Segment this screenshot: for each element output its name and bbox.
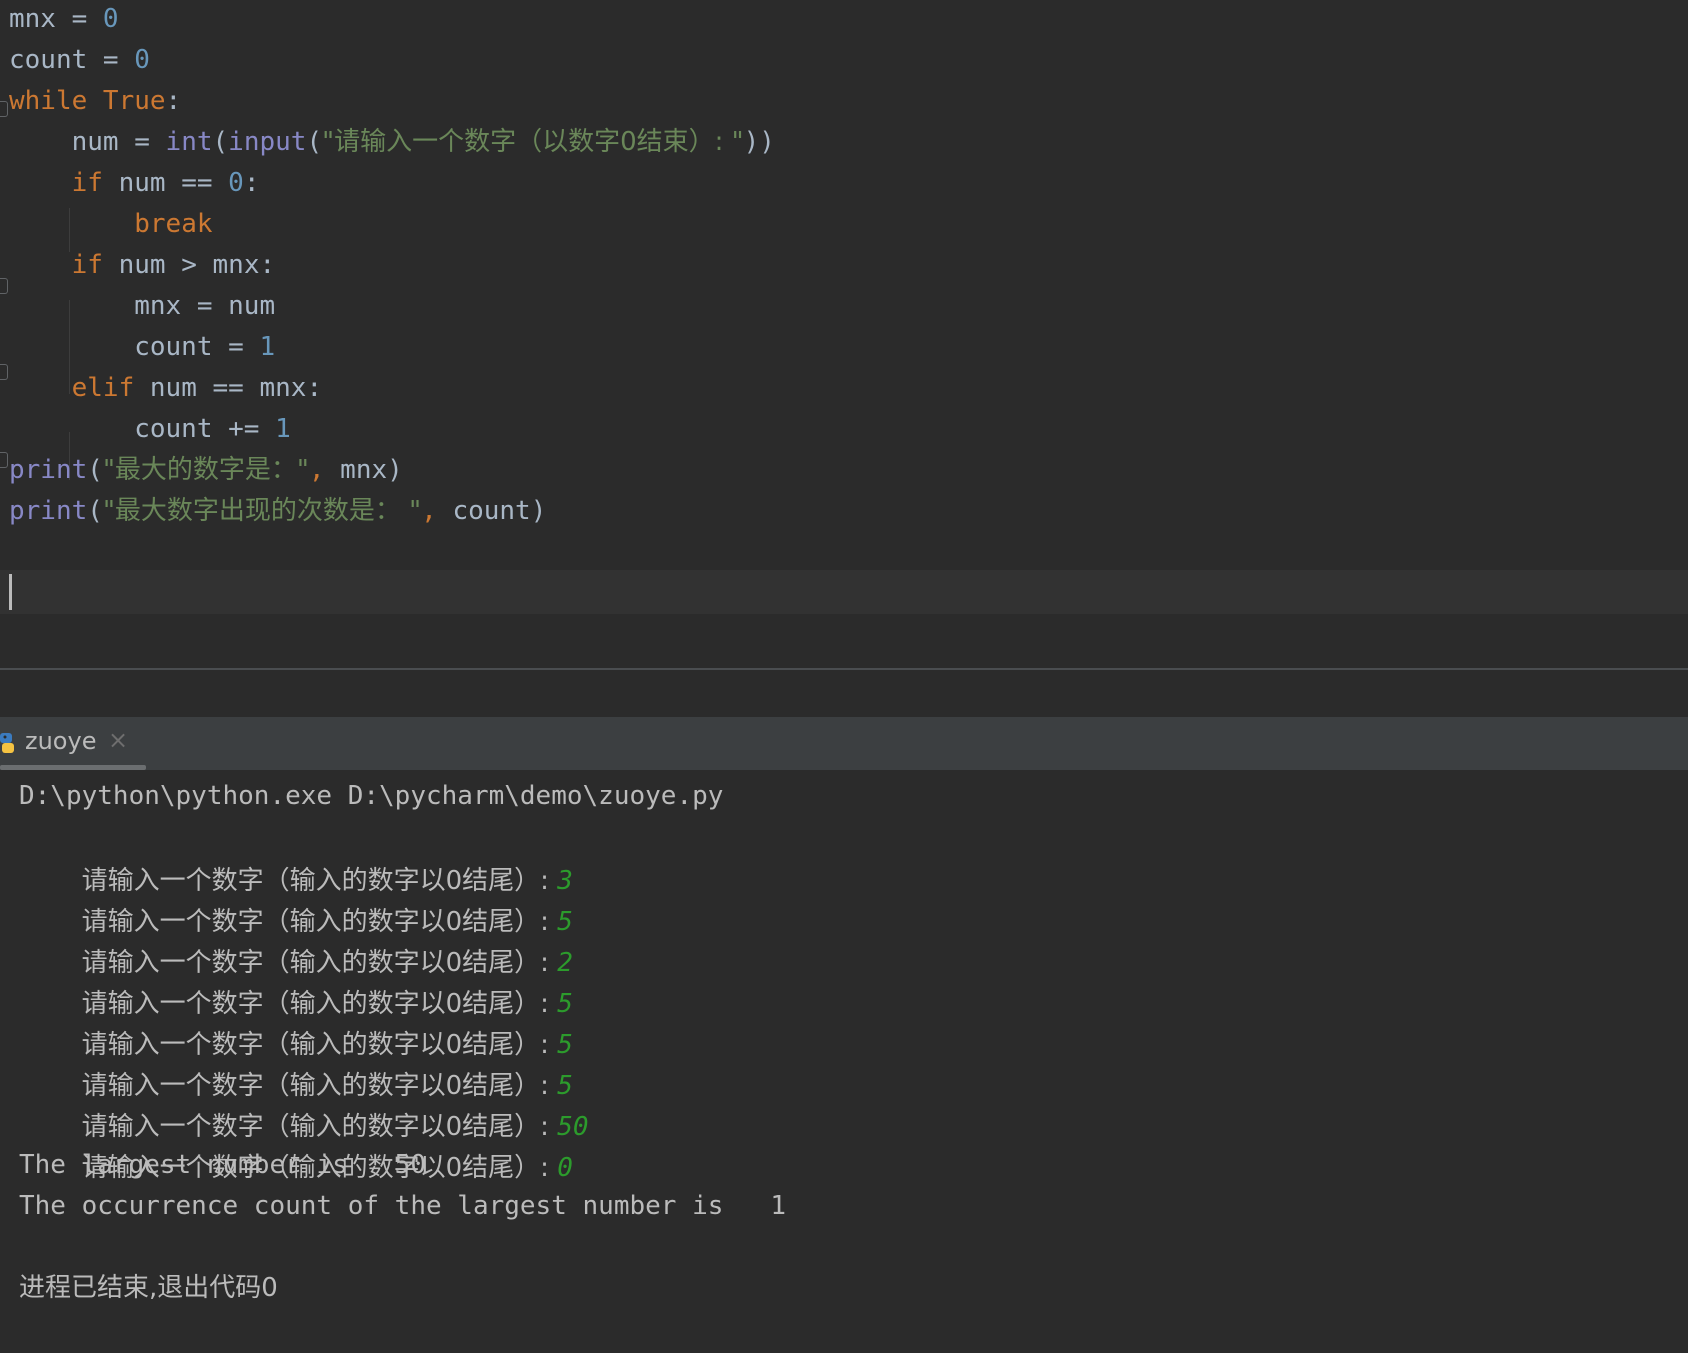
code-token: ,: [308, 455, 341, 485]
code-line: num = int(input("请输入一个数字（以数字0结束）: ")): [0, 120, 1688, 164]
code-token: True: [102, 86, 166, 116]
code-token: 0: [134, 45, 150, 75]
code-token: count +=: [9, 414, 276, 444]
code-token: 1: [259, 332, 276, 362]
code-token: num =: [9, 127, 166, 157]
console-command-line: D:\python\python.exe D:\pycharm\demo\zuo…: [19, 781, 724, 811]
code-token: )): [743, 127, 775, 157]
run-tab-zuoye[interactable]: zuoye ×: [0, 717, 146, 770]
text-caret: [9, 574, 12, 610]
code-line: break: [0, 202, 1688, 246]
close-icon[interactable]: ×: [108, 726, 128, 754]
code-token: "最大的数字是：": [102, 455, 309, 485]
code-token: (: [87, 455, 103, 485]
console-prompt-line: 请输入一个数字（输入的数字以0结尾）: 5: [19, 979, 573, 1060]
code-token: 1: [275, 414, 291, 444]
code-token: int: [165, 127, 213, 157]
code-token: break: [134, 209, 213, 239]
code-token: if: [71, 250, 119, 280]
code-token: num == mnx:: [149, 373, 323, 403]
code-editor[interactable]: mnx = 0 count = 0 while True: num = int(in…: [0, 0, 1688, 668]
code-token: (: [87, 496, 103, 526]
run-tool-window-tabbar: zuoye ×: [0, 717, 1688, 771]
code-token: mnx = num: [9, 291, 276, 321]
code-line: count = 0: [0, 38, 1688, 82]
code-token: elif: [71, 373, 150, 403]
console-result-count: The occurrence count of the largest numb…: [19, 1191, 787, 1221]
code-token: "请输入一个数字（以数字0结束）: ": [322, 127, 744, 157]
code-line: mnx = num: [0, 284, 1688, 328]
code-token: mnx =: [9, 4, 103, 34]
console-prompt-line: 请输入一个数字（输入的数字以0结尾）: 2: [19, 897, 573, 978]
code-line: while True:: [0, 79, 1688, 123]
code-token: print: [9, 496, 88, 526]
run-console[interactable]: D:\python\python.exe D:\pycharm\demo\zuo…: [0, 770, 1688, 1353]
code-line: print("最大数字出现的次数是： ", count): [0, 489, 1688, 533]
code-token: num ==: [118, 168, 229, 198]
code-token: while: [9, 86, 103, 116]
code-token: 0: [102, 4, 119, 34]
console-prompt-line: 请输入一个数字（输入的数字以0结尾）: 0: [19, 1102, 573, 1183]
code-line: if num == 0:: [0, 161, 1688, 205]
user-input-value: 0: [557, 1153, 573, 1183]
code-token: (: [212, 127, 229, 157]
code-token: num > mnx:: [118, 250, 276, 280]
code-token: if: [71, 168, 119, 198]
console-exit-message: 进程已结束,退出代码0: [19, 1273, 278, 1303]
code-token: 0: [228, 168, 244, 198]
code-token: ,: [421, 496, 453, 526]
code-line: count += 1: [0, 407, 1688, 451]
code-token: count =: [9, 332, 260, 362]
code-token: count): [452, 496, 547, 526]
code-line: mnx = 0: [0, 0, 1688, 41]
code-token: print: [9, 455, 88, 485]
code-token: count =: [9, 45, 135, 75]
console-prompt-line: 请输入一个数字（输入的数字以0结尾）: 50: [19, 1061, 589, 1142]
code-token: input: [228, 127, 307, 157]
code-token: :: [243, 168, 260, 198]
code-token: (: [306, 127, 323, 157]
console-prompt-line: 请输入一个数字（输入的数字以0结尾）: 5: [19, 938, 573, 1019]
code-line: print("最大的数字是：", mnx): [0, 448, 1688, 492]
code-line: count = 1: [0, 325, 1688, 369]
run-tab-label: zuoye: [25, 727, 97, 755]
panel-splitter[interactable]: [0, 668, 1688, 719]
console-prompt-line: 请输入一个数字（输入的数字以0结尾）: 5: [19, 856, 573, 937]
console-result-largest: The largest number is 50: [19, 1150, 426, 1180]
console-prompt-line: 请输入一个数字（输入的数字以0结尾）: 3: [19, 815, 573, 896]
code-token: mnx): [340, 455, 403, 485]
code-line: if num > mnx:: [0, 243, 1688, 287]
current-line-highlight: [0, 570, 1688, 614]
console-prompt-line: 请输入一个数字（输入的数字以0结尾）: 5: [19, 1020, 573, 1101]
python-icon: [0, 733, 14, 753]
code-token: "最大数字出现的次数是： ": [102, 496, 422, 526]
code-line: elif num == mnx:: [0, 366, 1688, 410]
code-token: :: [165, 86, 182, 116]
